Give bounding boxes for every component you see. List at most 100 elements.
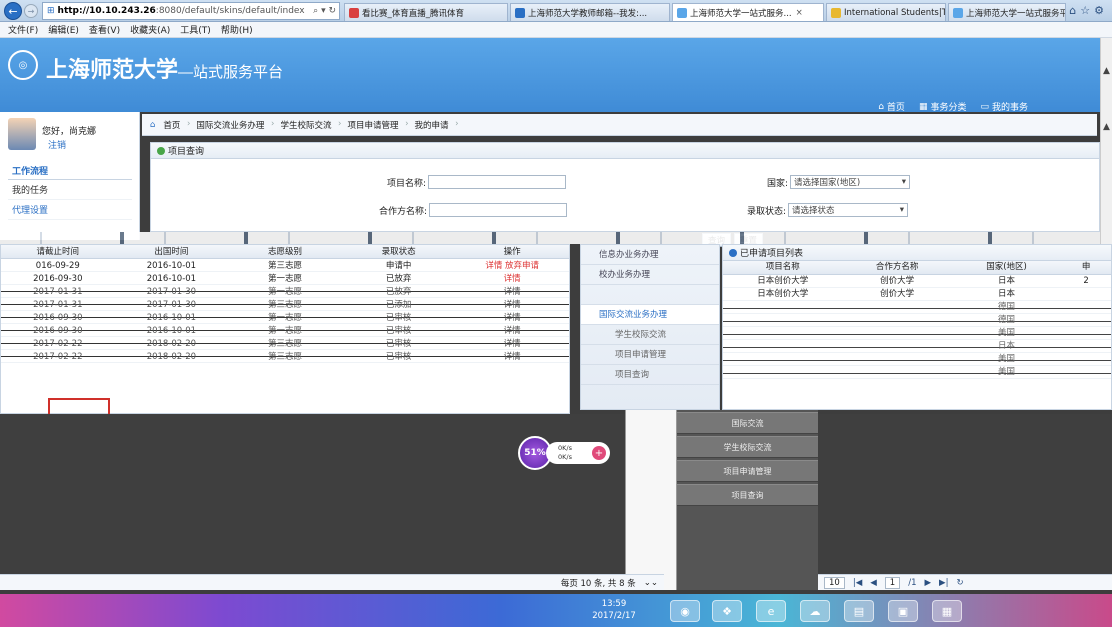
- render-glitch-gap: [625, 410, 677, 590]
- table-row: 日本创价大学 创价大学 日本 2: [723, 275, 1111, 288]
- country-select[interactable]: 请选择国家(地区) ▾: [790, 175, 911, 189]
- forward-arrow-icon[interactable]: →: [24, 4, 38, 18]
- address-host: http://10.10.243.26: [57, 6, 156, 16]
- status-row: 录取状态: 请选择状态 ▾: [747, 203, 909, 217]
- crumb-apply-mgmt[interactable]: 项目申请管理: [341, 119, 408, 131]
- crumb-my-apply[interactable]: 我的申请: [408, 119, 458, 131]
- menu-item-info-office[interactable]: 信息办业务办理: [581, 245, 719, 265]
- menu-help[interactable]: 帮助(H): [221, 23, 253, 36]
- glitched-menu: 国际交流 学生校际交流 项目申请管理 项目查询: [677, 410, 818, 590]
- table-row: 2017-01-31 2017-01-30 第三志愿 已添加 详情: [1, 298, 569, 311]
- page-size-select[interactable]: 10: [824, 576, 845, 589]
- menu-edit[interactable]: 编辑(E): [48, 23, 79, 36]
- country-label: 国家:: [767, 178, 789, 189]
- menu-item-school-office[interactable]: 校办业务办理: [581, 265, 719, 285]
- module-menu: 信息办业务办理 校办业务办理 国际交流业务办理 学生校际交流 项目申请管理 项目…: [580, 244, 720, 410]
- app-title: 上海师范大学—站式服务平台: [46, 57, 284, 83]
- menu-file[interactable]: 文件(F): [8, 23, 38, 36]
- taskbar-app-icon[interactable]: ❖: [712, 600, 742, 622]
- refresh-icon[interactable]: ⌕ ▾ ↻: [313, 6, 339, 16]
- glitched-menu-item[interactable]: 学生校际交流: [677, 436, 818, 458]
- refresh-icon[interactable]: ↻: [956, 578, 963, 588]
- tab-favicon-icon: [831, 7, 841, 18]
- sidebar-item-my-tasks[interactable]: 我的任务: [8, 180, 132, 200]
- partner-row: 合作方名称:: [379, 203, 568, 217]
- menu-item-apply-mgmt[interactable]: 项目申请管理: [581, 345, 719, 365]
- menu-tools[interactable]: 工具(T): [180, 23, 211, 36]
- address-path: :8080/default/skins/default/index: [155, 6, 305, 16]
- chevron-down-icon[interactable]: ⌄⌄: [644, 578, 658, 588]
- tab-close-icon[interactable]: ×: [796, 8, 803, 18]
- plus-icon[interactable]: +: [592, 446, 606, 460]
- query-panel: 项目查询 项目名称: 合作方名称: 国家: 请选择国家(地区) ▾ 录取状态: 请…: [150, 142, 1100, 232]
- folder-taskbar-icon[interactable]: ▤: [844, 600, 874, 622]
- tab-international[interactable]: International Students|Toky...: [826, 3, 946, 21]
- row-actions[interactable]: 详情 放弃申请: [455, 259, 569, 271]
- network-speed-widget[interactable]: 51% 0K/s 0K/s +: [518, 436, 610, 470]
- next-page-icon[interactable]: ▶: [924, 578, 931, 588]
- back-arrow-icon[interactable]: ←: [4, 2, 22, 20]
- app-header: ◎ 上海师范大学—站式服务平台 ⌂ 首页 ▦ 事务分类 ▭ 我的事务: [0, 38, 1100, 114]
- greeting: 您好，尚克娜: [42, 127, 97, 137]
- taskbar-app-icon[interactable]: ◉: [670, 600, 700, 622]
- browser-menubar: 文件(F) 编辑(E) 查看(V) 收藏夹(A) 工具(T) 帮助(H): [0, 22, 1112, 38]
- tab-mail[interactable]: 上海师范大学教师邮箱--我发:...: [510, 3, 670, 21]
- ppt-taskbar-icon[interactable]: ▣: [888, 600, 918, 622]
- crumb-intl[interactable]: 国际交流业务办理: [190, 119, 274, 131]
- clock-date: 2017/2/17: [592, 611, 636, 621]
- table-row: 美国: [723, 353, 1111, 366]
- table-row: 2017-02-22 2018-02-20 第三志愿 已审核 详情: [1, 337, 569, 350]
- calc-taskbar-icon[interactable]: ▦: [932, 600, 962, 622]
- taskbar-app-icon[interactable]: ☁: [800, 600, 830, 622]
- address-bar[interactable]: ⊞ http://10.10.243.26 :8080/default/skin…: [42, 2, 340, 20]
- partner-input[interactable]: [429, 203, 568, 217]
- glitched-menu-item[interactable]: 国际交流: [677, 412, 818, 434]
- table-row: 2016-09-30 2016-10-01 第一志愿 已审核 详情: [1, 311, 569, 324]
- grid-icon: ▦: [918, 101, 928, 112]
- user-box: 您好，尚克娜 注销: [8, 118, 132, 156]
- browser-taskbar-icon[interactable]: e: [756, 600, 786, 622]
- top-links: ⌂ 首页 ▦ 事务分类 ▭ 我的事务: [878, 100, 1028, 114]
- crumb-home[interactable]: 首页: [157, 119, 190, 131]
- workflow-section: 工作流程 我的任务 代理设置: [8, 162, 132, 220]
- top-link-categories[interactable]: ▦ 事务分类: [918, 100, 967, 114]
- tab-favicon-icon: [953, 7, 963, 18]
- result-table-header: 项目名称 合作方名称 国家(地区) 申: [723, 261, 1111, 275]
- project-name-label: 项目名称:: [387, 178, 427, 189]
- menu-item-intl[interactable]: 国际交流业务办理: [581, 305, 719, 325]
- render-glitch-dark-right: [818, 414, 1112, 590]
- table-row: 美国: [723, 327, 1111, 340]
- menu-favorites[interactable]: 收藏夹(A): [130, 23, 170, 36]
- tab-service-2[interactable]: 上海师范大学一站式服务平台: [948, 3, 1066, 21]
- logout-link[interactable]: 注销: [48, 138, 66, 151]
- first-page-icon[interactable]: |◀: [853, 578, 862, 588]
- sidebar-item-proxy[interactable]: 代理设置: [8, 200, 132, 220]
- prev-page-icon[interactable]: ◀: [870, 578, 877, 588]
- tab-service-active[interactable]: 上海师范大学一站式服务... ×: [672, 3, 824, 21]
- tab-sports[interactable]: 看比赛_体育直播_腾讯体育: [344, 3, 508, 21]
- application-table: 请截止时间 出国时间 志愿级别 录取状态 操作 016-09-29 2016-1…: [0, 244, 570, 414]
- tab-favicon-icon: [349, 7, 359, 18]
- workflow-heading: 工作流程: [8, 162, 132, 180]
- network-speed-pill: 0K/s 0K/s +: [546, 442, 610, 464]
- menu-item-exchange[interactable]: 学生校际交流: [581, 325, 719, 345]
- menu-item-blank[interactable]: [581, 285, 719, 305]
- top-link-home[interactable]: ⌂ 首页: [878, 100, 905, 114]
- glitched-menu-item[interactable]: 项目申请管理: [677, 460, 818, 482]
- menu-view[interactable]: 查看(V): [89, 23, 120, 36]
- project-name-input[interactable]: [428, 175, 567, 189]
- crumb-exchange[interactable]: 学生校际交流: [274, 119, 341, 131]
- glitched-menu-item[interactable]: 项目查询: [677, 484, 818, 506]
- scroll-up-icon[interactable]: ▲: [1103, 122, 1110, 132]
- system-clock[interactable]: 13:59 2017/2/17: [568, 598, 660, 624]
- chevron-down-icon: ▾: [901, 177, 907, 187]
- scroll-up-icon[interactable]: ▲: [1103, 66, 1110, 76]
- menu-item-project-query[interactable]: 项目查询: [581, 365, 719, 385]
- status-select[interactable]: 请选择状态 ▾: [788, 203, 909, 217]
- page-number-input[interactable]: 1: [884, 576, 901, 589]
- last-page-icon[interactable]: ▶|: [939, 578, 948, 588]
- table-header: 请截止时间 出国时间 志愿级别 录取状态 操作: [1, 245, 569, 259]
- top-link-my-tasks[interactable]: ▭ 我的事务: [980, 100, 1028, 114]
- table-row: 美国: [723, 366, 1111, 379]
- home-star-gear-icons[interactable]: ⌂☆⚙: [1069, 4, 1108, 17]
